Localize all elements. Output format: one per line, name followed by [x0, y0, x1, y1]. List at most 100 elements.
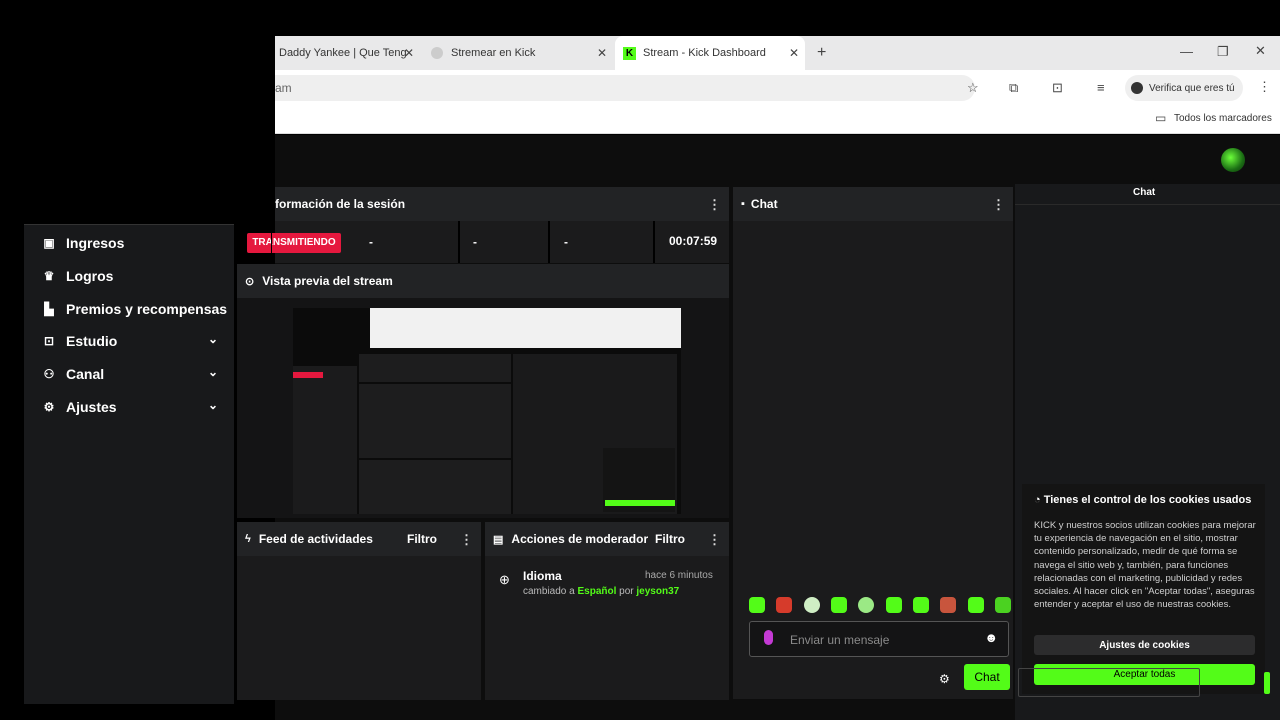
send-chat-button[interactable]: Chat [964, 664, 1010, 690]
cookie-body: KICK y nuestros socios utilizan cookies … [1034, 520, 1256, 611]
more-options-icon[interactable]: ⋮ [460, 532, 473, 548]
mod-filter-button[interactable]: Filtro [655, 532, 685, 546]
session-stats: TRANSMITIENDO - - - 00:07:59 [247, 221, 729, 263]
tab-title: Stremear en Kick [451, 47, 536, 59]
mod-entry-text1: cambiado a [523, 586, 575, 597]
media-icon[interactable]: ≡ [1097, 80, 1105, 95]
emote-icon[interactable] [749, 597, 765, 613]
close-icon[interactable]: ✕ [789, 46, 799, 60]
stream-preview-video [293, 308, 681, 514]
sidebar-item-premios[interactable]: ▙ Premios y recompensas [24, 294, 234, 324]
sidebar-item-logros[interactable]: ♛ Logros [24, 261, 234, 291]
kick-logo-icon: K [623, 46, 636, 60]
sidebar-item-label: Estudio [66, 333, 118, 349]
session-header: formación de la sesión ⋮ [275, 187, 729, 221]
maximize-icon[interactable]: ❐ [1217, 44, 1229, 60]
chat-header: ▪ Chat ⋮ [733, 187, 1013, 221]
microphone-icon[interactable] [764, 630, 773, 645]
emote-icon[interactable] [858, 597, 875, 613]
emote-icon[interactable] [940, 597, 957, 613]
chat-input-box[interactable]: Enviar un mensaje ☻ [749, 621, 1009, 657]
address-bar: am ☆ ⧉ ⊡ ≡ Verifica que eres tú ⋮ [275, 70, 1280, 106]
chat-bubble-icon: ▪ [741, 198, 745, 210]
menu-icon[interactable]: ⋮ [1258, 79, 1271, 95]
feed-title: Feed de actividades [258, 532, 373, 546]
chat-sidebar-input[interactable] [1018, 668, 1200, 697]
mod-entry-value: Español [577, 586, 617, 597]
session-panel: formación de la sesión ⋮ TRANSMITIENDO -… [247, 187, 729, 263]
emote-icon[interactable] [830, 597, 847, 613]
cookie-title-row: ◔ Tienes el control de los cookies usado… [1034, 494, 1251, 506]
window-close-icon[interactable]: ✕ [1255, 43, 1266, 59]
emote-icon[interactable] [803, 597, 820, 613]
chat-input-placeholder: Enviar un mensaje [790, 633, 890, 647]
chevron-down-icon[interactable]: ⌄ [208, 365, 218, 379]
globe-icon [431, 47, 443, 59]
tab-title: Daddy Yankee | Que Teng [279, 47, 407, 59]
mod-entry-user[interactable]: jeyson37 [636, 586, 679, 597]
document-icon: ▤ [493, 533, 504, 546]
chat-panel: ▪ Chat ⋮ Enviar un mensaje ☻ ⚙ Chat [733, 187, 1013, 699]
stream-timer: 00:07:59 [669, 234, 718, 248]
extensions-icon[interactable]: ⧉ [1009, 80, 1018, 96]
chevron-down-icon[interactable]: ⌄ [208, 332, 218, 346]
mod-entry-time: hace 6 minutos [645, 570, 713, 581]
gear-icon: ⚙ [43, 400, 55, 414]
globe-icon: ⊕ [499, 572, 510, 587]
sidebar-item-label: Ingresos [66, 235, 125, 251]
tab-stremear[interactable]: Stremear en Kick ✕ [423, 36, 613, 70]
close-icon[interactable]: ✕ [597, 46, 607, 60]
emote-icon[interactable] [885, 597, 902, 613]
screen-search-icon[interactable]: ⊡ [1052, 80, 1063, 96]
sidebar-item-label: Canal [66, 366, 105, 382]
preview-header: ⊙ Vista previa del stream [237, 264, 729, 298]
chat-sidebar-send-button[interactable] [1264, 672, 1270, 694]
profile-label: Verifica que eres tú [1149, 82, 1235, 94]
sidebar-item-label: Logros [66, 268, 114, 284]
avatar [1131, 82, 1143, 94]
sidebar-item-canal[interactable]: ⚇ Canal ⌄ [24, 359, 234, 389]
live-status-badge: TRANSMITIENDO [247, 233, 341, 253]
preview-title: Vista previa del stream [262, 274, 393, 288]
chevron-down-icon[interactable]: ⌄ [208, 398, 218, 412]
more-options-icon[interactable]: ⋮ [708, 532, 721, 548]
close-icon[interactable]: ✕ [404, 46, 414, 60]
settings-icon[interactable]: ⚙ [939, 672, 950, 686]
tab-daddy-yankee[interactable]: Daddy Yankee | Que Teng ✕ [275, 36, 420, 70]
profile-chip[interactable]: Verifica que eres tú [1125, 75, 1243, 101]
minimize-icon[interactable]: — [1180, 44, 1193, 59]
feed-filter-button[interactable]: Filtro [407, 532, 437, 546]
sidebar-item-ajustes[interactable]: ⚙ Ajustes ⌄ [24, 392, 234, 422]
camera-icon: ⊙ [245, 275, 255, 288]
cookie-consent-dialog: ◔ Tienes el control de los cookies usado… [1022, 484, 1265, 694]
users-icon: ⚇ [43, 367, 55, 381]
bookmarks-label[interactable]: Todos los marcadores [1174, 113, 1272, 124]
new-tab-icon[interactable]: + [817, 44, 826, 62]
chart-icon: ▣ [43, 236, 55, 250]
emote-icon[interactable] [776, 597, 793, 613]
rewards-icon: ▙ [44, 302, 54, 316]
sidebar-item-estudio[interactable]: ⊡ Estudio ⌄ [24, 326, 234, 356]
tab-kick-dashboard[interactable]: K Stream - Kick Dashboard ✕ [615, 36, 805, 70]
emote-icon[interactable] [967, 597, 984, 613]
tab-title: Stream - Kick Dashboard [643, 47, 766, 59]
more-options-icon[interactable]: ⋮ [992, 197, 1005, 213]
emote-icon[interactable] [912, 597, 929, 613]
cookie-settings-button[interactable]: Ajustes de cookies [1034, 635, 1255, 655]
emote-icon[interactable] [994, 597, 1011, 613]
bookmarks-bar: ▭ Todos los marcadores [275, 106, 1280, 134]
trophy-icon: ♛ [43, 269, 55, 283]
emoji-icon[interactable]: ☻ [984, 630, 998, 645]
session-title: formación de la sesión [275, 197, 406, 211]
more-options-icon[interactable]: ⋮ [708, 197, 721, 213]
mod-entry-title: Idioma [523, 569, 562, 583]
lightning-icon: ϟ [245, 533, 251, 545]
star-icon[interactable]: ☆ [967, 80, 979, 96]
sidebar-item-label: Premios y recompensas [66, 301, 228, 317]
user-avatar[interactable] [1221, 148, 1245, 172]
activity-feed-panel: ϟ Feed de actividades Filtro ⋮ [237, 522, 481, 700]
stream-preview-panel: ⊙ Vista previa del stream [237, 264, 729, 518]
sidebar-item-ingresos[interactable]: ▣ Ingresos [24, 228, 234, 258]
mod-header: ▤ Acciones de moderador Filtro ⋮ [485, 522, 729, 556]
url-field[interactable]: am [275, 75, 975, 101]
